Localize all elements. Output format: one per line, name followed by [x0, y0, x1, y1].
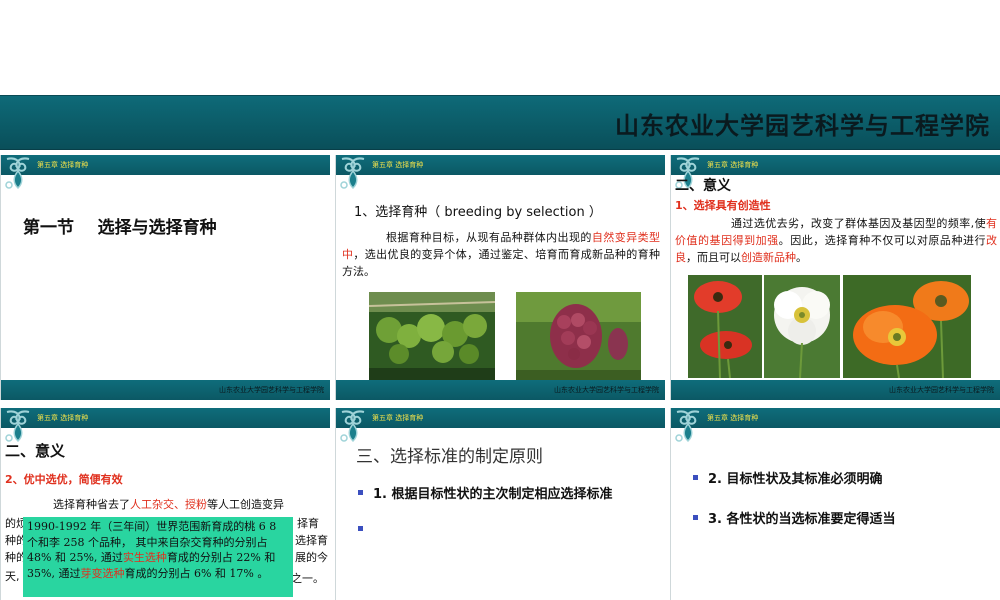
slide-header: 第五章 选择育种	[336, 155, 665, 190]
scroll-ornament-icon	[340, 410, 365, 443]
scroll-ornament-icon	[5, 410, 30, 443]
scroll-ornament-icon	[5, 157, 30, 190]
scroll-ornament-icon	[675, 410, 700, 443]
slide-heading: 三、选择标准的制定原则	[356, 447, 543, 467]
slide-paragraph: 根据育种目标，从现有品种群体内出现的自然变异类型中，选出优良的变异个体，通过鉴定…	[342, 229, 660, 280]
slide-6[interactable]: 第五章 选择育种 2. 目标性状及其标准必须明确 3. 各性状的当选标准要定得适…	[670, 408, 1000, 600]
slide-1[interactable]: 第五章 选择育种 第一节 选择与选择育种 山东农业大学园艺科学与工程学院	[0, 155, 330, 400]
slide-subheading: 1、选择具有创造性	[675, 199, 771, 212]
slide-title: 第一节 选择与选择育种	[23, 218, 217, 238]
callout-highlight: 实生选种	[122, 551, 167, 564]
bullet-item	[358, 523, 373, 538]
bullet-square-icon	[693, 515, 698, 520]
slide-4[interactable]: 第五章 选择育种 二、意义 2、优中选优，简便有效 选择育种省去了人工杂交、授粉…	[0, 408, 330, 600]
para-text: 选择育种省去了	[53, 498, 130, 511]
paragraph-fragment: 天,	[5, 570, 20, 583]
slide-heading: 二、意义	[5, 442, 66, 460]
bullet-item: 2. 目标性状及其标准必须明确	[693, 468, 883, 487]
orange-poppy-photo	[843, 275, 971, 378]
scroll-ornament-icon	[340, 157, 365, 190]
callout-highlight: 芽变选种	[80, 566, 125, 580]
para-text: ，而且可以	[686, 251, 741, 264]
bullet-square-icon	[693, 475, 698, 480]
statistics-callout-box: 1990-1992 年（三年间）世界范围新育成的桃 6 8 个和李 258 个品…	[23, 517, 293, 597]
bullet-text: 3. 各性状的当选标准要定得适当	[708, 512, 896, 527]
slide-header: 第五章 选择育种	[1, 155, 330, 190]
para-highlight: 创造新品种	[741, 251, 796, 264]
chapter-label: 第五章 选择育种	[707, 161, 759, 169]
para-text: ，选出优良的变异个体，通过鉴定、培育而育成新品种的育种方法。	[342, 248, 661, 278]
footer-text: 山东农业大学园艺科学与工程学院	[554, 386, 659, 394]
para-text: 通过选优去劣，改变了群体基因及基因型的频率,使	[731, 217, 986, 230]
slide-header: 第五章 选择育种	[671, 408, 1000, 443]
paragraph-fragment: 择育	[297, 517, 319, 530]
paragraph-fragment: 之一。	[291, 572, 324, 585]
top-banner: 山东农业大学园艺科学与工程学院	[0, 95, 1000, 150]
footer-text: 山东农业大学园艺科学与工程学院	[219, 386, 324, 394]
bullet-text: 1. 根据目标性状的主次制定相应选择标准	[373, 487, 613, 502]
callout-text: 育成的分别占 6% 和 17% 。	[124, 566, 269, 580]
slide-footer: 山东农业大学园艺科学与工程学院	[1, 380, 330, 400]
slide-subheading: 2、优中选优，简便有效	[5, 473, 123, 486]
slide-footer: 山东农业大学园艺科学与工程学院	[671, 380, 1000, 400]
green-grapes-photo	[369, 292, 495, 380]
para-text: 等人工创造变异	[207, 498, 284, 511]
paragraph-fragment: 选择育	[295, 534, 328, 547]
para-text: 。因此，选择育种不仅可以对原品种进行	[778, 234, 987, 247]
slide-3[interactable]: 第五章 选择育种 二、意义 1、选择具有创造性 通过选优去劣，改变了群体基因及基…	[670, 155, 1000, 400]
slide-header: 第五章 选择育种	[1, 408, 330, 443]
bullet-item: 1. 根据目标性状的主次制定相应选择标准	[358, 483, 613, 502]
bullet-square-icon	[358, 490, 363, 495]
bullet-square-icon	[358, 526, 363, 531]
slide-2[interactable]: 第五章 选择育种 1、选择育种（ breeding by selection ）…	[335, 155, 665, 400]
paragraph-fragment: 展的今	[295, 551, 328, 564]
slide-paragraph-line1: 选择育种省去了人工杂交、授粉等人工创造变异	[53, 496, 284, 513]
slide-heading: 1、选择育种（ breeding by selection ）	[354, 205, 602, 220]
para-text: 根据育种目标，从现有品种群体内出现的	[386, 231, 592, 244]
chapter-label: 第五章 选择育种	[707, 414, 759, 422]
para-highlight: 人工杂交、授粉	[130, 498, 207, 511]
bullet-text: 2. 目标性状及其标准必须明确	[708, 472, 883, 487]
slide-header: 第五章 选择育种	[671, 155, 1000, 190]
slide-paragraph: 通过选优去劣，改变了群体基因及基因型的频率,使有价值的基因得到加强。因此，选择育…	[675, 215, 997, 266]
bullet-item: 3. 各性状的当选标准要定得适当	[693, 508, 896, 527]
banner-title: 山东农业大学园艺科学与工程学院	[615, 111, 990, 140]
chapter-label: 第五章 选择育种	[372, 161, 424, 169]
para-text: 。	[796, 251, 807, 264]
chapter-label: 第五章 选择育种	[372, 414, 424, 422]
chapter-label: 第五章 选择育种	[37, 414, 89, 422]
slide-5[interactable]: 第五章 选择育种 三、选择标准的制定原则 1. 根据目标性状的主次制定相应选择标…	[335, 408, 665, 600]
slide-header: 第五章 选择育种	[336, 408, 665, 443]
white-poppy-photo	[764, 275, 840, 378]
chapter-label: 第五章 选择育种	[37, 161, 89, 169]
red-grapes-photo	[516, 292, 641, 380]
red-poppy-photo	[688, 275, 762, 378]
slide-footer: 山东农业大学园艺科学与工程学院	[336, 380, 665, 400]
footer-text: 山东农业大学园艺科学与工程学院	[889, 386, 994, 394]
slide-heading: 二、意义	[675, 178, 731, 194]
